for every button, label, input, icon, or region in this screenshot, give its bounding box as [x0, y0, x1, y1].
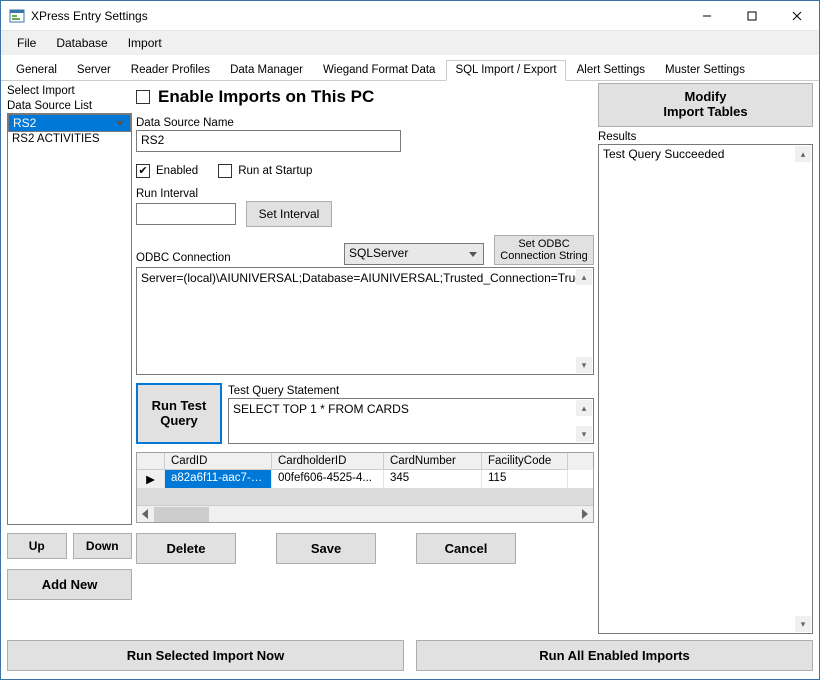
- down-button[interactable]: Down: [73, 533, 133, 559]
- left-column: Select Import Data Source List RS2 RS2 A…: [7, 83, 132, 634]
- col-marker[interactable]: [137, 453, 165, 470]
- enabled-checkbox[interactable]: [136, 164, 150, 178]
- delete-button[interactable]: Delete: [136, 533, 236, 564]
- table-row[interactable]: ▶ a82a6f11-aac7-4... 00fef606-4525-4... …: [137, 470, 593, 488]
- menu-import[interactable]: Import: [118, 33, 172, 53]
- test-query-value: SELECT TOP 1 * FROM CARDS: [233, 402, 409, 416]
- tab-data-manager[interactable]: Data Manager: [221, 60, 312, 81]
- app-icon: [9, 8, 25, 24]
- col-cardholderid[interactable]: CardholderID: [272, 453, 384, 470]
- table-filler-row: [137, 488, 593, 505]
- tab-muster-settings[interactable]: Muster Settings: [656, 60, 754, 81]
- col-cardid[interactable]: CardID: [165, 453, 272, 470]
- results-textarea[interactable]: Test Query Succeeded ▴ ▾: [598, 144, 813, 634]
- app-window: XPress Entry Settings File Database Impo…: [0, 0, 820, 680]
- row-marker: ▶: [137, 470, 165, 488]
- tab-sql-import-export[interactable]: SQL Import / Export: [446, 60, 565, 81]
- scroll-up-icon[interactable]: ▴: [576, 400, 592, 416]
- run-interval-label: Run Interval: [136, 188, 594, 200]
- run-all-imports-button[interactable]: Run All Enabled Imports: [416, 640, 813, 671]
- scroll-down-icon[interactable]: ▾: [795, 616, 811, 632]
- bottom-buttons: Run Selected Import Now Run All Enabled …: [1, 640, 819, 679]
- content: Select Import Data Source List RS2 RS2 A…: [1, 81, 819, 640]
- scroll-down-icon[interactable]: ▾: [576, 426, 592, 442]
- table-hscroll[interactable]: [137, 505, 593, 522]
- scroll-down-icon[interactable]: ▾: [576, 357, 592, 373]
- results-text: Test Query Succeeded: [603, 147, 724, 161]
- table-header: CardID CardholderID CardNumber FacilityC…: [137, 453, 593, 470]
- set-odbc-button[interactable]: Set ODBC Connection String: [494, 235, 594, 265]
- odbc-connection-label: ODBC Connection: [136, 252, 334, 264]
- connection-string-textarea[interactable]: Server=(local)\AIUNIVERSAL;Database=AIUN…: [136, 267, 594, 375]
- tab-general[interactable]: General: [7, 60, 66, 81]
- run-at-startup-label: Run at Startup: [238, 165, 312, 177]
- cell-cardid[interactable]: a82a6f11-aac7-4...: [165, 470, 272, 488]
- run-interval-input[interactable]: [136, 203, 236, 225]
- menu-file[interactable]: File: [7, 33, 46, 53]
- run-test-label-2: Query: [160, 414, 198, 429]
- results-table[interactable]: CardID CardholderID CardNumber FacilityC…: [136, 452, 594, 523]
- connection-string-value: Server=(local)\AIUNIVERSAL;Database=AIUN…: [141, 271, 585, 285]
- set-odbc-label-2: Connection String: [495, 250, 593, 262]
- maximize-button[interactable]: [729, 1, 774, 30]
- right-column: Modify Import Tables Results Test Query …: [598, 83, 813, 634]
- data-source-list-label: Data Source List: [7, 100, 132, 112]
- set-interval-button[interactable]: Set Interval: [246, 201, 332, 227]
- window-title: XPress Entry Settings: [31, 9, 684, 23]
- cancel-button[interactable]: Cancel: [416, 533, 516, 564]
- window-controls: [684, 1, 819, 30]
- enable-imports-checkbox[interactable]: [136, 90, 150, 104]
- set-odbc-label-1: Set ODBC: [495, 238, 593, 250]
- tabbar: General Server Reader Profiles Data Mana…: [1, 55, 819, 81]
- save-button[interactable]: Save: [276, 533, 376, 564]
- titlebar: XPress Entry Settings: [1, 1, 819, 31]
- tab-wiegand[interactable]: Wiegand Format Data: [314, 60, 445, 81]
- data-source-list[interactable]: RS2 RS2 ACTIVITIES: [7, 113, 132, 525]
- list-item[interactable]: RS2: [8, 114, 131, 132]
- modify-import-tables-button[interactable]: Modify Import Tables: [598, 83, 813, 127]
- scroll-thumb[interactable]: [154, 507, 209, 522]
- select-import-label: Select Import: [7, 85, 132, 97]
- run-selected-import-button[interactable]: Run Selected Import Now: [7, 640, 404, 671]
- minimize-button[interactable]: [684, 1, 729, 30]
- run-at-startup-checkbox[interactable]: [218, 164, 232, 178]
- test-query-label: Test Query Statement: [228, 385, 594, 397]
- run-test-label-1: Run Test: [152, 399, 207, 414]
- enabled-label: Enabled: [156, 165, 198, 177]
- test-query-textarea[interactable]: SELECT TOP 1 * FROM CARDS ▴ ▾: [228, 398, 594, 444]
- col-cardnumber[interactable]: CardNumber: [384, 453, 482, 470]
- run-test-query-button[interactable]: Run Test Query: [136, 383, 222, 444]
- cell-cardnumber[interactable]: 345: [384, 470, 482, 488]
- enable-imports-label: Enable Imports on This PC: [158, 87, 374, 107]
- scroll-up-icon[interactable]: ▴: [795, 146, 811, 162]
- menubar: File Database Import: [1, 31, 819, 55]
- modify-label-2: Import Tables: [663, 105, 747, 120]
- add-new-button[interactable]: Add New: [7, 569, 132, 600]
- close-button[interactable]: [774, 1, 819, 30]
- menu-database[interactable]: Database: [46, 33, 117, 53]
- modify-label-1: Modify: [685, 90, 727, 105]
- up-button[interactable]: Up: [7, 533, 67, 559]
- odbc-driver-select[interactable]: SQLServer: [344, 243, 484, 265]
- list-item[interactable]: RS2 ACTIVITIES: [8, 132, 131, 146]
- tab-server[interactable]: Server: [68, 60, 120, 81]
- tab-reader-profiles[interactable]: Reader Profiles: [122, 60, 219, 81]
- col-facilitycode[interactable]: FacilityCode: [482, 453, 568, 470]
- tab-alert-settings[interactable]: Alert Settings: [568, 60, 654, 81]
- data-source-name-label: Data Source Name: [136, 117, 594, 129]
- data-source-name-input[interactable]: RS2: [136, 130, 401, 152]
- results-label: Results: [598, 131, 813, 143]
- cell-cardholderid[interactable]: 00fef606-4525-4...: [272, 470, 384, 488]
- scroll-up-icon[interactable]: ▴: [576, 269, 592, 285]
- middle-column: Enable Imports on This PC Data Source Na…: [136, 83, 594, 634]
- cell-facilitycode[interactable]: 115: [482, 470, 568, 488]
